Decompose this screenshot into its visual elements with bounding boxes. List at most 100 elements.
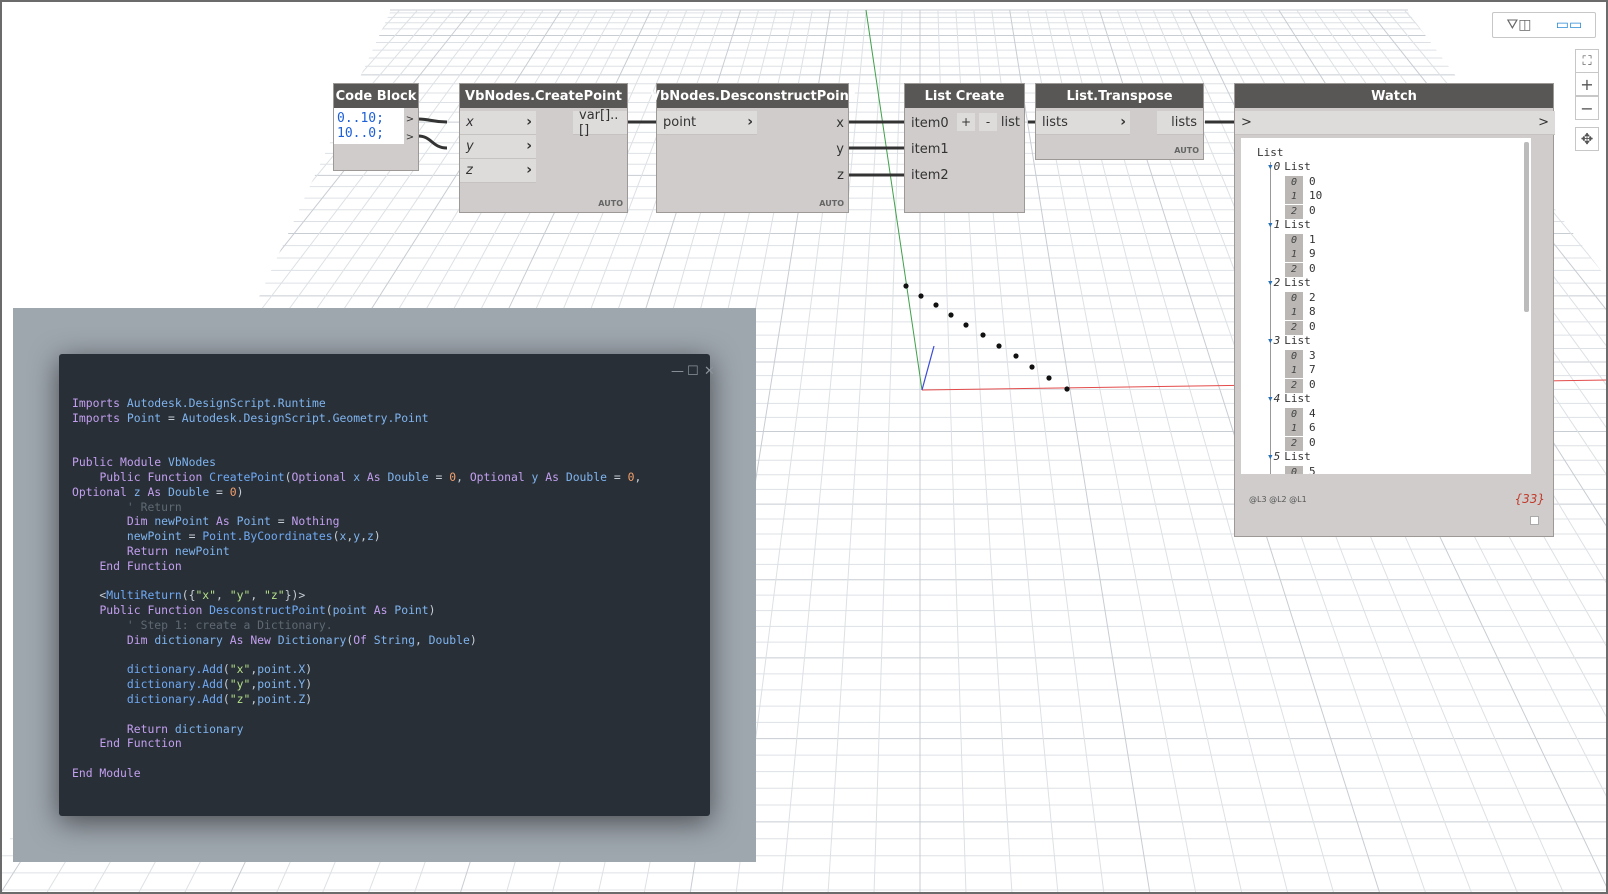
tree-item: 20	[1285, 261, 1316, 277]
item-index: 2	[1285, 378, 1303, 393]
item-value: 0	[1309, 261, 1316, 275]
group-label: List	[1284, 392, 1311, 405]
tree-item: 20	[1285, 319, 1316, 335]
tree-group-header[interactable]: ▾0 List	[1267, 160, 1311, 174]
output-port-x[interactable]: x	[836, 111, 844, 137]
create-point-node[interactable]: VbNodes.CreatePoint x › y › z › var[]..[] A…	[459, 83, 628, 213]
tree-item: 20	[1285, 377, 1316, 393]
output-port[interactable]: var[]..[]	[573, 107, 627, 138]
chevron-right-icon: ›	[747, 114, 753, 130]
input-port-z[interactable]: z ›	[460, 159, 536, 183]
item-value: 4	[1309, 406, 1316, 420]
tree-item: 20	[1285, 203, 1316, 219]
tree-item: 18	[1285, 305, 1316, 320]
item-value: 0	[1309, 377, 1316, 391]
resize-handle[interactable]	[1530, 516, 1539, 525]
tree-item: 00	[1285, 175, 1316, 190]
tree-group-header[interactable]: ▾2 List	[1267, 276, 1311, 290]
input-port-item1[interactable]: item1	[911, 137, 949, 163]
lacing-label[interactable]: AUTO	[1174, 146, 1199, 155]
input-port-item0[interactable]: item0	[911, 111, 949, 137]
tree-group-header[interactable]: ▾1 List	[1267, 218, 1311, 232]
node-title: VbNodes.CreatePoint	[460, 84, 627, 108]
tree-item: 20	[1285, 436, 1316, 451]
lacing-label[interactable]: AUTO	[598, 199, 623, 208]
code-line[interactable]: 0..10;	[334, 111, 404, 126]
chevron-right-icon: ›	[1120, 114, 1126, 130]
code-block-node[interactable]: Code Block 0..10; 10..0; > >	[333, 83, 419, 171]
plus-icon: +	[960, 115, 972, 129]
expand-arrow-icon[interactable]: ▾	[1267, 160, 1274, 173]
tree-group-header[interactable]: ▾4 List	[1267, 392, 1311, 406]
port-label: z	[466, 163, 473, 178]
tree-scrollbar[interactable]	[1524, 142, 1529, 312]
group-label: List	[1284, 334, 1311, 347]
item-value: 10	[1309, 189, 1323, 202]
tree-item: 1 10	[1285, 189, 1323, 204]
expand-arrow-icon[interactable]: ▾	[1267, 392, 1274, 405]
item-index: 1	[1285, 422, 1303, 436]
item-value: 6	[1309, 421, 1316, 434]
deconstruct-point-node[interactable]: VbNodes.DesconstructPoint point › x y z A…	[650, 83, 855, 213]
output-port[interactable]: >	[402, 129, 418, 147]
chevron-right-icon: ›	[526, 138, 532, 154]
watch-node[interactable]: Watch > > List ▾0 List 0 0 1 10 2 0 ▾1 List 0 1 1 9 2 0…	[1234, 83, 1555, 537]
node-title: VbNodes.DesconstructPoint	[650, 84, 855, 108]
node-title: Code Block	[334, 84, 418, 108]
list-create-node[interactable]: List Create item0 item1 item2 + - list	[904, 83, 1025, 213]
tree-item: 19	[1285, 247, 1316, 262]
output-port[interactable]: >	[402, 111, 418, 129]
list-levels: @L3 @L2 @L1	[1249, 495, 1307, 504]
item-index: 2	[1285, 262, 1303, 277]
group-label: List	[1284, 218, 1311, 231]
input-port-x[interactable]: x ›	[460, 111, 536, 135]
input-port-point[interactable]: point ›	[657, 111, 757, 135]
tree-group-header[interactable]: ▾5 List	[1267, 450, 1311, 464]
port-label: >	[1241, 115, 1252, 130]
output-port-lists[interactable]: lists	[1157, 111, 1203, 135]
tree-item: 04	[1285, 406, 1316, 422]
input-port-lists[interactable]: lists ›	[1036, 111, 1130, 135]
node-title: Watch	[1235, 84, 1553, 108]
expand-arrow-icon[interactable]: ▾	[1267, 450, 1274, 463]
watch-input-port[interactable]: > >	[1235, 111, 1555, 135]
output-port-z[interactable]: z	[836, 163, 844, 189]
code-line[interactable]: 10..0;	[334, 126, 404, 141]
item-value: 5	[1309, 464, 1316, 475]
item-index: 2	[1285, 436, 1303, 451]
port-label: var[]..[]	[579, 107, 619, 138]
node-title: List Create	[905, 84, 1024, 108]
port-label: x	[466, 115, 474, 130]
output-port-y[interactable]: y	[836, 137, 844, 163]
input-port-y[interactable]: y ›	[460, 135, 536, 159]
group-label: List	[1284, 276, 1311, 289]
code-editor[interactable]: 0..10; 10..0;	[334, 108, 404, 144]
item-index: 2	[1285, 204, 1303, 219]
lacing-label[interactable]: AUTO	[819, 199, 844, 208]
chevron-right-icon: ›	[526, 162, 532, 178]
close-icon[interactable]: ✕	[704, 364, 715, 379]
add-input-button[interactable]: +	[957, 113, 975, 131]
group-index: 4	[1273, 392, 1281, 405]
item-index: 0	[1285, 233, 1303, 248]
minimize-icon[interactable]: —	[671, 364, 684, 379]
remove-input-button[interactable]: -	[979, 113, 997, 131]
list-transpose-node[interactable]: List.Transpose lists › lists AUTO	[1035, 83, 1204, 160]
watch-tree-view[interactable]: List ▾0 List 0 0 1 10 2 0 ▾1 List 0 1 1 9 2 0 ▾2 List 0 2 1 8…	[1241, 138, 1531, 474]
input-port-item2[interactable]: item2	[911, 163, 949, 189]
tree-group-header[interactable]: ▾3 List	[1267, 334, 1311, 348]
item-index: 1	[1285, 306, 1303, 320]
maximize-icon[interactable]: ☐	[687, 364, 699, 379]
item-value: 0	[1309, 203, 1316, 217]
expand-arrow-icon[interactable]: ▾	[1267, 218, 1274, 231]
dynamo-canvas[interactable]: ⛛◫ ▭▭ ⛶ + − ✥ Code Block 0..10; 10..0; >…	[0, 0, 1608, 894]
group-index: 2	[1273, 276, 1281, 289]
group-label: List	[1284, 160, 1311, 173]
code-editor-window[interactable]: — ☐ ✕ Imports Autodesk.DesignScript.Runt…	[59, 354, 715, 816]
expand-arrow-icon[interactable]: ▾	[1267, 276, 1274, 289]
output-port-list[interactable]: list	[1001, 115, 1020, 130]
item-value: 0	[1309, 319, 1316, 333]
item-index: 0	[1285, 407, 1303, 422]
expand-arrow-icon[interactable]: ▾	[1267, 334, 1274, 347]
group-index: 0	[1273, 160, 1281, 173]
